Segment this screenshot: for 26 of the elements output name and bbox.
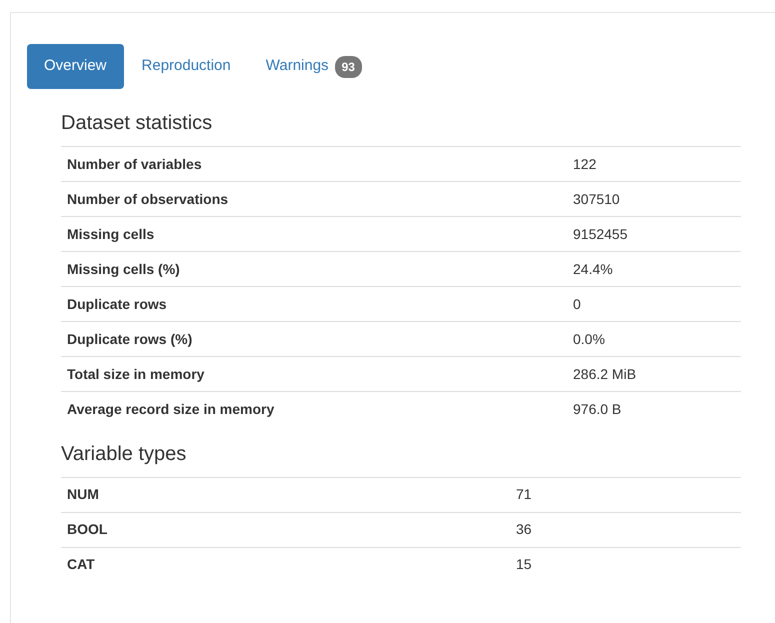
row-label: Duplicate rows (%) — [61, 322, 567, 356]
row-value: 36 — [510, 512, 741, 547]
row-label: Number of variables — [61, 146, 567, 182]
section-heading: Dataset statistics — [61, 111, 214, 136]
row-value: 24.4% — [567, 252, 741, 286]
row-label: Number of observations — [61, 182, 567, 216]
section-heading: Variable types — [61, 442, 188, 466]
row-label: CAT — [61, 547, 510, 582]
row-value: 0.0% — [567, 322, 741, 356]
row-value: 15 — [510, 547, 741, 582]
row-value: 307510 — [567, 182, 741, 216]
row-label: Total size in memory — [61, 356, 567, 392]
row-label: Average record size in memory — [61, 392, 567, 426]
count-badge: 93 — [334, 56, 362, 78]
row-label: Duplicate rows — [61, 286, 567, 322]
row-value: 71 — [510, 477, 741, 512]
row-value: 286.2 MiB — [567, 356, 741, 392]
row-label: NUM — [61, 477, 510, 512]
tab[interactable]: Overview — [27, 44, 124, 89]
row-value: 122 — [567, 146, 741, 182]
row-label: Missing cells — [61, 216, 567, 252]
row-value: 9152455 — [567, 216, 741, 252]
row-value: 976.0 B — [567, 392, 741, 426]
row-label: Missing cells (%) — [61, 252, 567, 286]
row-label: BOOL — [61, 512, 510, 547]
row-value: 0 — [567, 286, 741, 322]
